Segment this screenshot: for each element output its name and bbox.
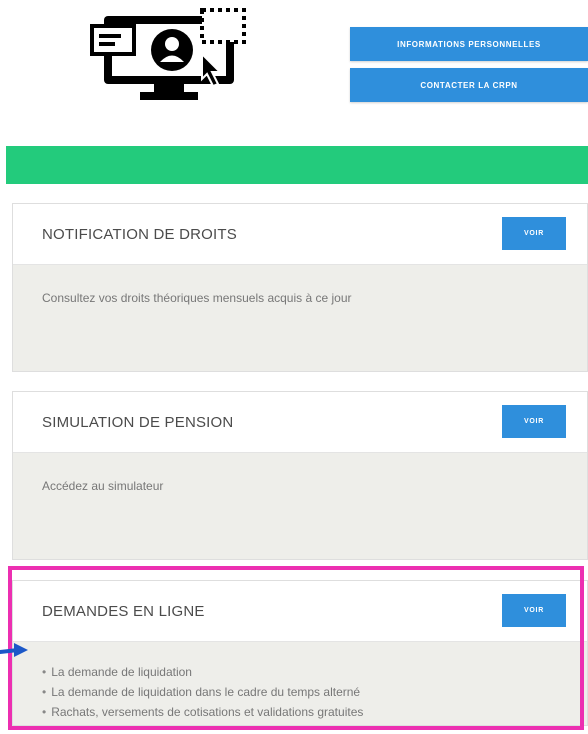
card-header: DEMANDES EN LIGNE VOIR [13, 581, 587, 642]
requests-list: La demande de liquidation La demande de … [42, 662, 558, 722]
card-description: La demande de liquidation La demande de … [13, 642, 587, 722]
list-item: La demande de liquidation dans le cadre … [42, 682, 558, 702]
pension-simulation-card: SIMULATION DE PENSION VOIR Accédez au si… [12, 391, 588, 560]
green-banner [6, 146, 588, 184]
card-description: Consultez vos droits théoriques mensuels… [42, 291, 352, 305]
card-title: NOTIFICATION DE DROITS [42, 226, 237, 243]
card-header: SIMULATION DE PENSION VOIR [13, 392, 587, 453]
list-item: Rachats, versements de cotisations et va… [42, 702, 558, 722]
card-description: Accédez au simulateur [42, 479, 164, 493]
rights-notification-card: NOTIFICATION DE DROITS VOIR Consultez vo… [12, 203, 588, 372]
card-title: SIMULATION DE PENSION [42, 414, 234, 431]
card-title: DEMANDES EN LIGNE [42, 603, 205, 620]
card-header: NOTIFICATION DE DROITS VOIR [13, 204, 587, 265]
list-item: La demande de liquidation [42, 662, 558, 682]
monitor-user-cursor-icon [90, 8, 246, 100]
arrow-right-icon [0, 643, 28, 657]
view-rights-notification-button[interactable]: VOIR [502, 217, 566, 250]
view-online-requests-button[interactable]: VOIR [502, 594, 566, 627]
personal-information-button[interactable]: INFORMATIONS PERSONNELLES [350, 27, 588, 61]
online-requests-card: DEMANDES EN LIGNE VOIR La demande de liq… [12, 580, 588, 726]
contact-crpn-button[interactable]: CONTACTER LA CRPN [350, 68, 588, 102]
view-pension-simulation-button[interactable]: VOIR [502, 405, 566, 438]
